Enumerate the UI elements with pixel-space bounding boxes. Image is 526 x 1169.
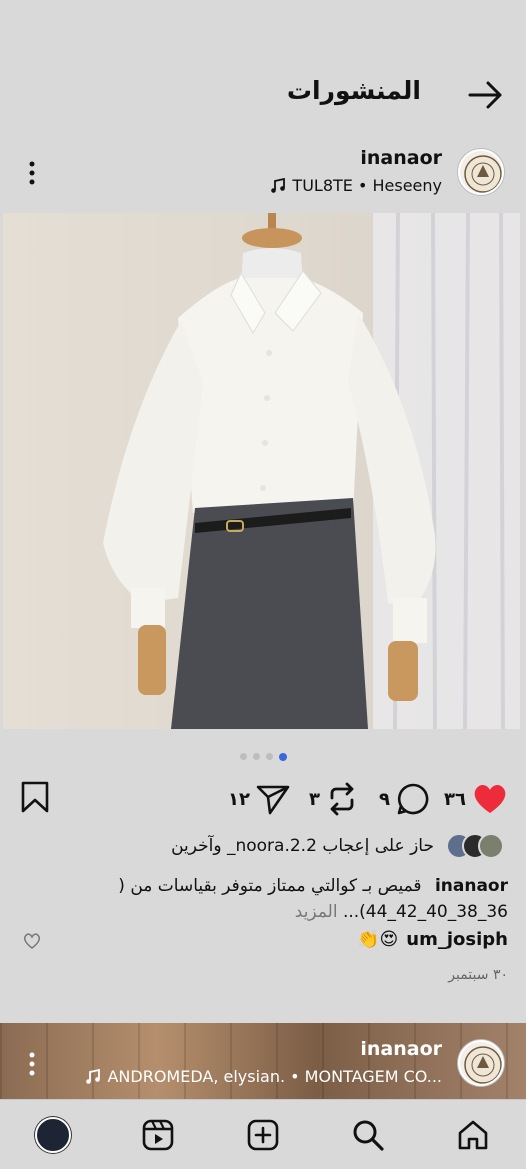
- brand-logo-icon: [464, 155, 502, 193]
- comment-button[interactable]: [396, 782, 430, 816]
- music-label: ANDROMEDA, elysian. • MONTAGEM CO...: [107, 1067, 442, 1086]
- share-count: ١٢: [228, 788, 250, 810]
- repost-button[interactable]: [326, 782, 358, 816]
- bottom-nav: [0, 1099, 526, 1169]
- share-action: ١٢: [228, 780, 290, 818]
- avatar[interactable]: [458, 1040, 504, 1086]
- post-image[interactable]: [3, 213, 520, 729]
- liked-by-text: حاز على إعجاب noora.2.2_ وآخرين: [171, 836, 434, 856]
- reels-icon: [142, 1119, 174, 1151]
- more-options-button[interactable]: [22, 158, 42, 188]
- heart-outline-icon: [24, 933, 40, 949]
- more-vertical-icon: [29, 1052, 35, 1076]
- search-icon: [353, 1120, 384, 1151]
- nav-profile[interactable]: [34, 1116, 72, 1154]
- back-button[interactable]: [466, 78, 506, 112]
- more-link[interactable]: المزيد: [295, 902, 338, 922]
- heart-filled-icon: [474, 784, 506, 813]
- nav-home[interactable]: [454, 1116, 492, 1154]
- next-post-preview[interactable]: [0, 1023, 526, 1099]
- post-username[interactable]: inanaor: [360, 147, 442, 169]
- comment-action: ٩: [379, 780, 430, 818]
- arrow-right-icon: [468, 81, 502, 109]
- share-button[interactable]: [256, 783, 290, 815]
- music-label: TUL8TE • Heseeny: [292, 176, 442, 195]
- liked-by-row[interactable]: حاز على إعجاب noora.2.2_ وآخرين: [171, 833, 504, 859]
- carousel-dot: [252, 753, 260, 760]
- liker-avatars: [446, 833, 504, 859]
- repost-action: ٣: [309, 780, 358, 818]
- repost-count: ٣: [309, 788, 320, 810]
- post-date: ٣٠ سبتمبر: [448, 967, 508, 983]
- shirt-photo: [3, 213, 520, 729]
- carousel-dot: [265, 753, 273, 760]
- home-icon: [458, 1120, 488, 1150]
- like-count: ٣٦: [444, 788, 466, 810]
- save-button[interactable]: [20, 780, 50, 814]
- top-bar: [0, 0, 526, 140]
- carousel-indicator: [0, 752, 526, 761]
- profile-avatar-icon: [35, 1117, 71, 1153]
- carousel-dot: [239, 753, 247, 760]
- comment-row[interactable]: um_josiph 😍👏: [357, 929, 508, 950]
- comment-username[interactable]: um_josiph: [406, 929, 508, 950]
- page-title: المنشورات: [286, 76, 421, 105]
- bookmark-icon: [21, 781, 49, 813]
- music-note-icon: [271, 177, 286, 193]
- nav-reels[interactable]: [139, 1116, 177, 1154]
- post-username[interactable]: inanaor: [360, 1038, 442, 1060]
- nav-search[interactable]: [349, 1116, 387, 1154]
- like-action: ٣٦: [444, 780, 508, 818]
- repost-icon: [330, 782, 354, 816]
- paper-plane-icon: [256, 785, 290, 815]
- caption-username[interactable]: inanaor: [435, 876, 508, 896]
- caption[interactable]: inanaor قميص بـ كوالتي ممتاز متوفر بقياس…: [88, 873, 508, 925]
- plus-square-icon: [247, 1119, 279, 1151]
- comment-text: 😍👏: [357, 929, 399, 950]
- nav-create[interactable]: [244, 1116, 282, 1154]
- like-button[interactable]: [472, 783, 508, 815]
- music-note-icon: [86, 1068, 101, 1084]
- comment-count: ٩: [379, 788, 390, 810]
- avatar[interactable]: [458, 149, 504, 195]
- post-music[interactable]: TUL8TE • Heseeny: [270, 176, 442, 195]
- comment-like-button[interactable]: [23, 933, 41, 953]
- more-vertical-icon: [29, 161, 35, 185]
- carousel-dot-active: [278, 752, 287, 761]
- comment-bubble-icon: [397, 783, 429, 815]
- more-options-button[interactable]: [24, 1049, 40, 1079]
- post-music[interactable]: ANDROMEDA, elysian. • MONTAGEM CO...: [85, 1067, 442, 1086]
- avatar: [478, 833, 504, 859]
